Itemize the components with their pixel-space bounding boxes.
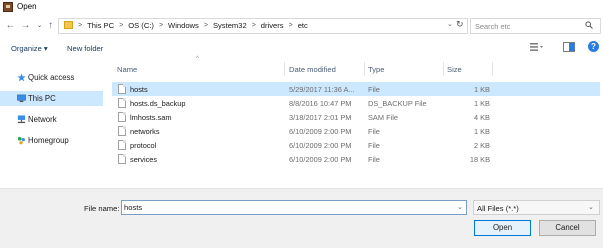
file-type: SAM File — [368, 113, 398, 122]
up-button[interactable]: ↑ — [44, 19, 57, 32]
refresh-button[interactable]: ↻ — [456, 19, 464, 30]
file-row-services[interactable]: services 6/10/2009 2:00 PM File 18 KB — [112, 152, 600, 166]
file-icon — [118, 126, 126, 136]
file-icon — [118, 154, 126, 164]
breadcrumb-drivers[interactable]: drivers — [261, 21, 284, 30]
file-type: File — [368, 85, 380, 94]
nav-item-label: This PC — [28, 94, 56, 103]
nav-item-homegroup[interactable]: Homegroup — [0, 133, 103, 148]
file-size: 1 KB — [473, 99, 490, 108]
file-type: DS_BACKUP File — [368, 99, 427, 108]
file-date: 3/18/2017 2:01 PM — [289, 113, 352, 122]
file-size: 1 KB — [473, 85, 490, 94]
breadcrumb: > This PC > OS (C:) > Windows > System32… — [78, 21, 308, 30]
nav-item-label: Quick access — [28, 73, 75, 82]
organize-button[interactable]: Organize ▾ — [11, 44, 48, 53]
address-dropdown-button[interactable]: ⌄ — [447, 20, 453, 28]
file-name: services — [130, 155, 158, 164]
column-header-date[interactable]: Date modified — [289, 65, 336, 74]
breadcrumb-separator: > — [251, 22, 256, 29]
nav-item-quick-access[interactable]: Quick access — [0, 70, 103, 85]
breadcrumb-system32[interactable]: System32 — [213, 21, 247, 30]
change-view-icon[interactable] — [530, 42, 544, 52]
file-row-protocol[interactable]: protocol 6/10/2009 2:00 PM File 2 KB — [112, 138, 600, 152]
star-icon — [17, 73, 26, 82]
file-icon — [118, 98, 126, 108]
file-row-hosts[interactable]: hosts 5/29/2017 11:36 A... File 1 KB — [112, 82, 600, 96]
window-title: Open — [17, 2, 37, 11]
file-row-networks[interactable]: networks 6/10/2009 2:00 PM File 1 KB — [112, 124, 600, 138]
sort-indicator: ^ — [196, 56, 199, 62]
breadcrumb-os-c[interactable]: OS (C:) — [128, 21, 154, 30]
file-name: lmhosts.sam — [130, 113, 172, 122]
file-icon — [118, 84, 126, 94]
file-date: 6/10/2009 2:00 PM — [289, 127, 352, 136]
column-divider[interactable] — [492, 62, 493, 76]
file-type: File — [368, 141, 380, 150]
folder-icon — [64, 21, 73, 29]
file-name-label: File name: — [84, 204, 120, 213]
file-size: 4 KB — [473, 113, 490, 122]
file-date: 8/8/2016 10:47 PM — [289, 99, 352, 108]
file-date: 5/29/2017 11:36 A... — [289, 85, 355, 94]
file-icon — [118, 140, 126, 150]
file-name: networks — [130, 127, 160, 136]
file-size: 2 KB — [473, 141, 490, 150]
title-bar — [0, 0, 603, 14]
file-type: File — [368, 127, 380, 136]
computer-icon — [17, 94, 26, 103]
chevron-down-icon[interactable]: ⌄ — [588, 203, 594, 211]
breadcrumb-separator: > — [78, 22, 83, 29]
nav-item-this-pc[interactable]: This PC — [0, 91, 103, 106]
homegroup-icon — [17, 136, 25, 145]
file-size: 1 KB — [473, 127, 490, 136]
file-type-value: All Files (*.*) — [477, 204, 519, 213]
column-header-type[interactable]: Type — [368, 65, 384, 74]
nav-item-label: Homegroup — [28, 136, 69, 145]
forward-button[interactable]: → — [19, 19, 32, 32]
column-header-name[interactable]: Name — [117, 65, 137, 74]
breadcrumb-separator: > — [203, 22, 208, 29]
network-icon — [17, 115, 26, 124]
column-header-size[interactable]: Size — [447, 65, 462, 74]
breadcrumb-separator: > — [288, 22, 293, 29]
breadcrumb-etc[interactable]: etc — [298, 21, 308, 30]
search-icon[interactable] — [585, 21, 593, 29]
breadcrumb-windows[interactable]: Windows — [168, 21, 199, 30]
breadcrumb-separator: > — [158, 22, 164, 29]
file-row-lmhosts-sam[interactable]: lmhosts.sam 3/18/2017 2:01 PM SAM File 4… — [112, 110, 600, 124]
column-divider[interactable] — [443, 62, 444, 76]
breadcrumb-this-pc[interactable]: This PC — [87, 21, 114, 30]
column-divider[interactable] — [284, 62, 285, 76]
nav-item-network[interactable]: Network — [0, 112, 103, 127]
file-name-input[interactable] — [121, 200, 467, 215]
file-name: protocol — [130, 141, 157, 150]
file-icon — [118, 112, 126, 122]
dialog-footer — [0, 188, 603, 248]
file-date: 6/10/2009 2:00 PM — [289, 141, 352, 150]
file-name: hosts.ds_backup — [130, 99, 186, 108]
file-date: 6/10/2009 2:00 PM — [289, 155, 352, 164]
help-button[interactable]: ? — [588, 41, 599, 52]
preview-pane-icon[interactable] — [563, 42, 575, 52]
app-icon — [3, 2, 13, 12]
new-folder-button[interactable]: New folder — [67, 44, 103, 53]
file-name-dropdown-button[interactable]: ⌄ — [457, 203, 463, 211]
cancel-button[interactable]: Cancel — [539, 220, 596, 236]
file-type: File — [368, 155, 380, 164]
column-divider[interactable] — [364, 62, 365, 76]
back-button[interactable]: ← — [4, 19, 17, 32]
file-size: 18 KB — [469, 155, 490, 164]
search-placeholder: Search etc — [475, 22, 511, 31]
open-button[interactable]: Open — [474, 220, 531, 236]
file-name: hosts — [130, 85, 148, 94]
breadcrumb-separator: > — [119, 22, 124, 29]
nav-item-label: Network — [28, 115, 57, 124]
file-row-hosts-ds-backup[interactable]: hosts.ds_backup 8/8/2016 10:47 PM DS_BAC… — [112, 96, 600, 110]
